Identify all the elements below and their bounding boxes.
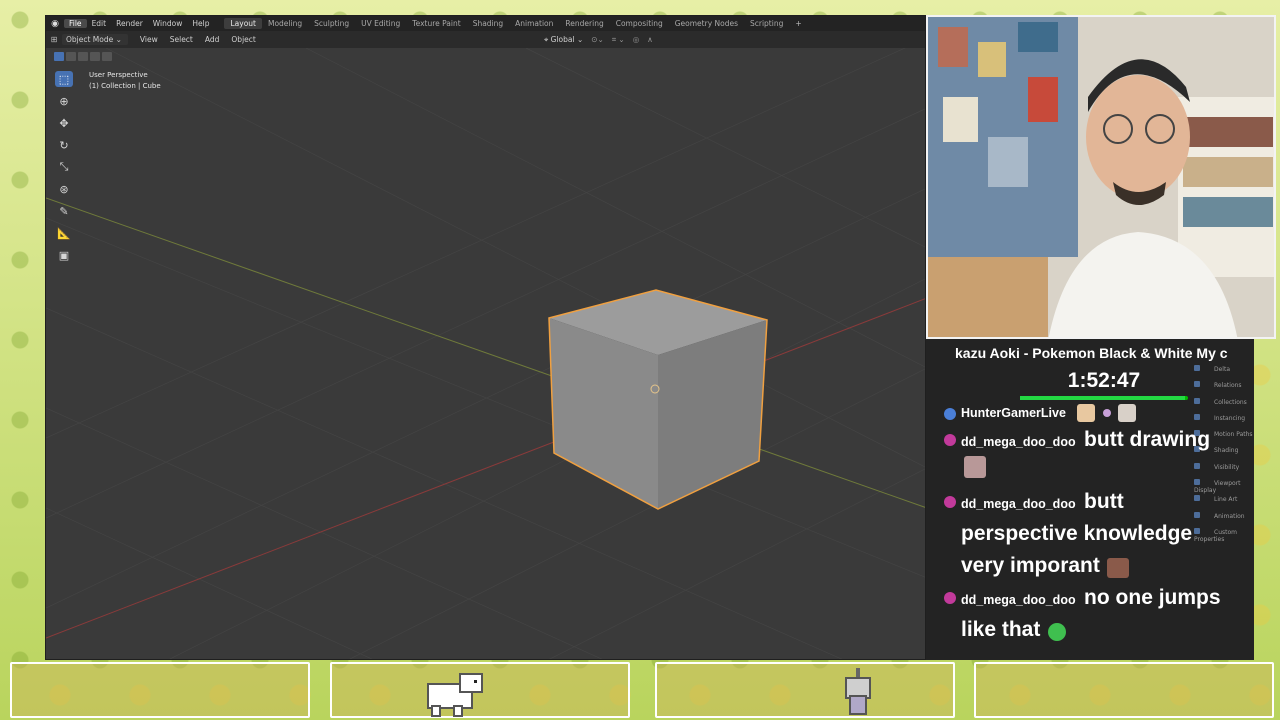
chat-username[interactable]: dd_mega_doo_doo (961, 435, 1076, 449)
prop-icon (1194, 381, 1200, 388)
prop-relations[interactable]: Relations (1194, 381, 1254, 397)
collection-label: (1) Collection | Cube (89, 82, 161, 90)
stream-title: kazu Aoki - Pokemon Black & White My c (955, 345, 1228, 361)
overlay-frame (655, 662, 955, 718)
emote-icon (1107, 558, 1130, 578)
blender-logo-icon[interactable]: ◉ (46, 19, 64, 29)
viewport-grid (46, 48, 925, 659)
badge-icon (1102, 409, 1111, 417)
chat-messages: HunterGamerLive dd_mega_doo_doo butt dra… (940, 404, 1240, 646)
tab-modeling[interactable]: Modeling (262, 18, 308, 29)
menu-help[interactable]: Help (187, 19, 214, 28)
menu-render[interactable]: Render (111, 19, 148, 28)
move-icon[interactable]: ✥ (55, 115, 73, 131)
chat-badge-icon (944, 496, 956, 509)
orientation-label: Global (550, 34, 575, 44)
timer-progress-fill (1020, 396, 1185, 400)
chat-message: dd_mega_doo_doo no one jumps like that (940, 582, 1240, 646)
editor-type-icon[interactable]: ⊞ (46, 35, 62, 44)
top-menu-bar: ◉ File Edit Render Window Help Layout Mo… (46, 16, 925, 31)
menu-window[interactable]: Window (148, 19, 188, 28)
emote-icon (1047, 623, 1066, 641)
chat-message: dd_mega_doo_doo butt perspective knowled… (940, 486, 1240, 582)
chat-message: HunterGamerLive (940, 404, 1240, 422)
add-cube-icon[interactable]: ▣ (55, 247, 73, 263)
timer-progress-bar (1020, 396, 1188, 400)
select-mode-new-icon[interactable] (54, 52, 64, 61)
y-axis-line (46, 197, 925, 508)
tab-sculpting[interactable]: Sculpting (308, 18, 355, 29)
tab-shading[interactable]: Shading (467, 18, 509, 29)
blender-window: ◉ File Edit Render Window Help Layout Mo… (45, 15, 926, 660)
tool-shelf: ⬚ ⊕ ✥ ↻ ⤡ ⊛ ✎ 📐 ▣ (53, 71, 75, 263)
perspective-label: User Perspective (89, 71, 148, 79)
orientation-icon: ⌖ (544, 34, 549, 44)
pixel-robot-icon (845, 668, 871, 715)
prop-icon (1194, 397, 1200, 404)
emote-icon (964, 456, 986, 479)
annotate-icon[interactable]: ✎ (55, 203, 73, 219)
falloff-icon[interactable]: ∧ (647, 35, 653, 44)
transform-icon[interactable]: ⊛ (55, 181, 73, 197)
cursor-icon[interactable]: ⊕ (55, 93, 73, 109)
overlay-frame (10, 662, 310, 718)
pixel-cat-icon (427, 673, 483, 717)
chat-text: butt drawing (1084, 428, 1211, 452)
default-cube (548, 289, 768, 510)
add-workspace-icon[interactable]: + (789, 19, 807, 28)
overlay-frame (974, 662, 1274, 718)
object-mode-label: Object Mode (66, 35, 114, 44)
chat-username[interactable]: dd_mega_doo_doo (961, 593, 1076, 607)
emote-icon (1118, 404, 1137, 422)
select-mode-extend-icon[interactable] (66, 52, 76, 61)
object-mode-dropdown[interactable]: Object Mode ⌄ (62, 34, 128, 45)
scale-icon[interactable]: ⤡ (55, 159, 73, 175)
tab-geometry-nodes[interactable]: Geometry Nodes (669, 18, 744, 29)
pivot-icon[interactable]: ⊙⌄ (591, 35, 604, 44)
chat-badge-icon (944, 434, 956, 447)
tab-uv-editing[interactable]: UV Editing (355, 18, 406, 29)
tab-compositing[interactable]: Compositing (610, 18, 669, 29)
select-box-icon[interactable]: ⬚ (55, 71, 73, 87)
tab-rendering[interactable]: Rendering (559, 18, 609, 29)
webcam-feed (926, 15, 1276, 339)
menu-edit[interactable]: Edit (87, 19, 112, 28)
select-menu[interactable]: Select (164, 35, 199, 44)
prop-label: Delta (1214, 366, 1231, 373)
selection-mode-buttons (54, 52, 112, 61)
stream-timer: 1:52:47 (1067, 369, 1141, 392)
prop-label: Relations (1214, 382, 1242, 390)
proportional-edit-icon[interactable]: ◎ (633, 35, 640, 44)
tab-animation[interactable]: Animation (509, 18, 559, 29)
tab-texture-paint[interactable]: Texture Paint (406, 18, 466, 29)
chat-message: dd_mega_doo_doo butt drawing (940, 424, 1240, 486)
3d-viewport[interactable] (46, 48, 925, 659)
view-menu[interactable]: View (134, 35, 164, 44)
object-menu[interactable]: Object (225, 35, 261, 44)
bottom-overlay-strip (0, 660, 1280, 720)
snap-icon[interactable]: ⌗ ⌄ (612, 35, 625, 45)
rotate-icon[interactable]: ↻ (55, 137, 73, 153)
select-mode-invert-icon[interactable] (90, 52, 100, 61)
tab-layout[interactable]: Layout (224, 18, 262, 29)
webcam-image (928, 17, 1274, 337)
add-menu[interactable]: Add (199, 35, 226, 44)
orientation-dropdown[interactable]: ⌖ Global ⌄ (544, 35, 583, 45)
select-mode-subtract-icon[interactable] (78, 52, 88, 61)
chat-badge-icon (944, 408, 956, 420)
viewport-header: ⊞ Object Mode ⌄ View Select Add Object ⌖… (46, 31, 925, 48)
chat-username[interactable]: dd_mega_doo_doo (961, 497, 1076, 511)
tab-scripting[interactable]: Scripting (744, 18, 789, 29)
menu-file[interactable]: File (64, 19, 87, 28)
select-mode-intersect-icon[interactable] (102, 52, 112, 61)
chat-username[interactable]: HunterGamerLive (961, 406, 1066, 420)
chat-badge-icon (944, 592, 956, 605)
viewport-info: User Perspective (1) Collection | Cube (89, 70, 161, 92)
transform-options: ⌖ Global ⌄ ⊙⌄ ⌗ ⌄ ◎ ∧ (544, 35, 653, 45)
prop-icon (1194, 365, 1200, 371)
prop-delta[interactable]: Delta (1194, 365, 1254, 381)
emote-icon (1077, 404, 1096, 422)
measure-icon[interactable]: 📐 (55, 225, 73, 241)
